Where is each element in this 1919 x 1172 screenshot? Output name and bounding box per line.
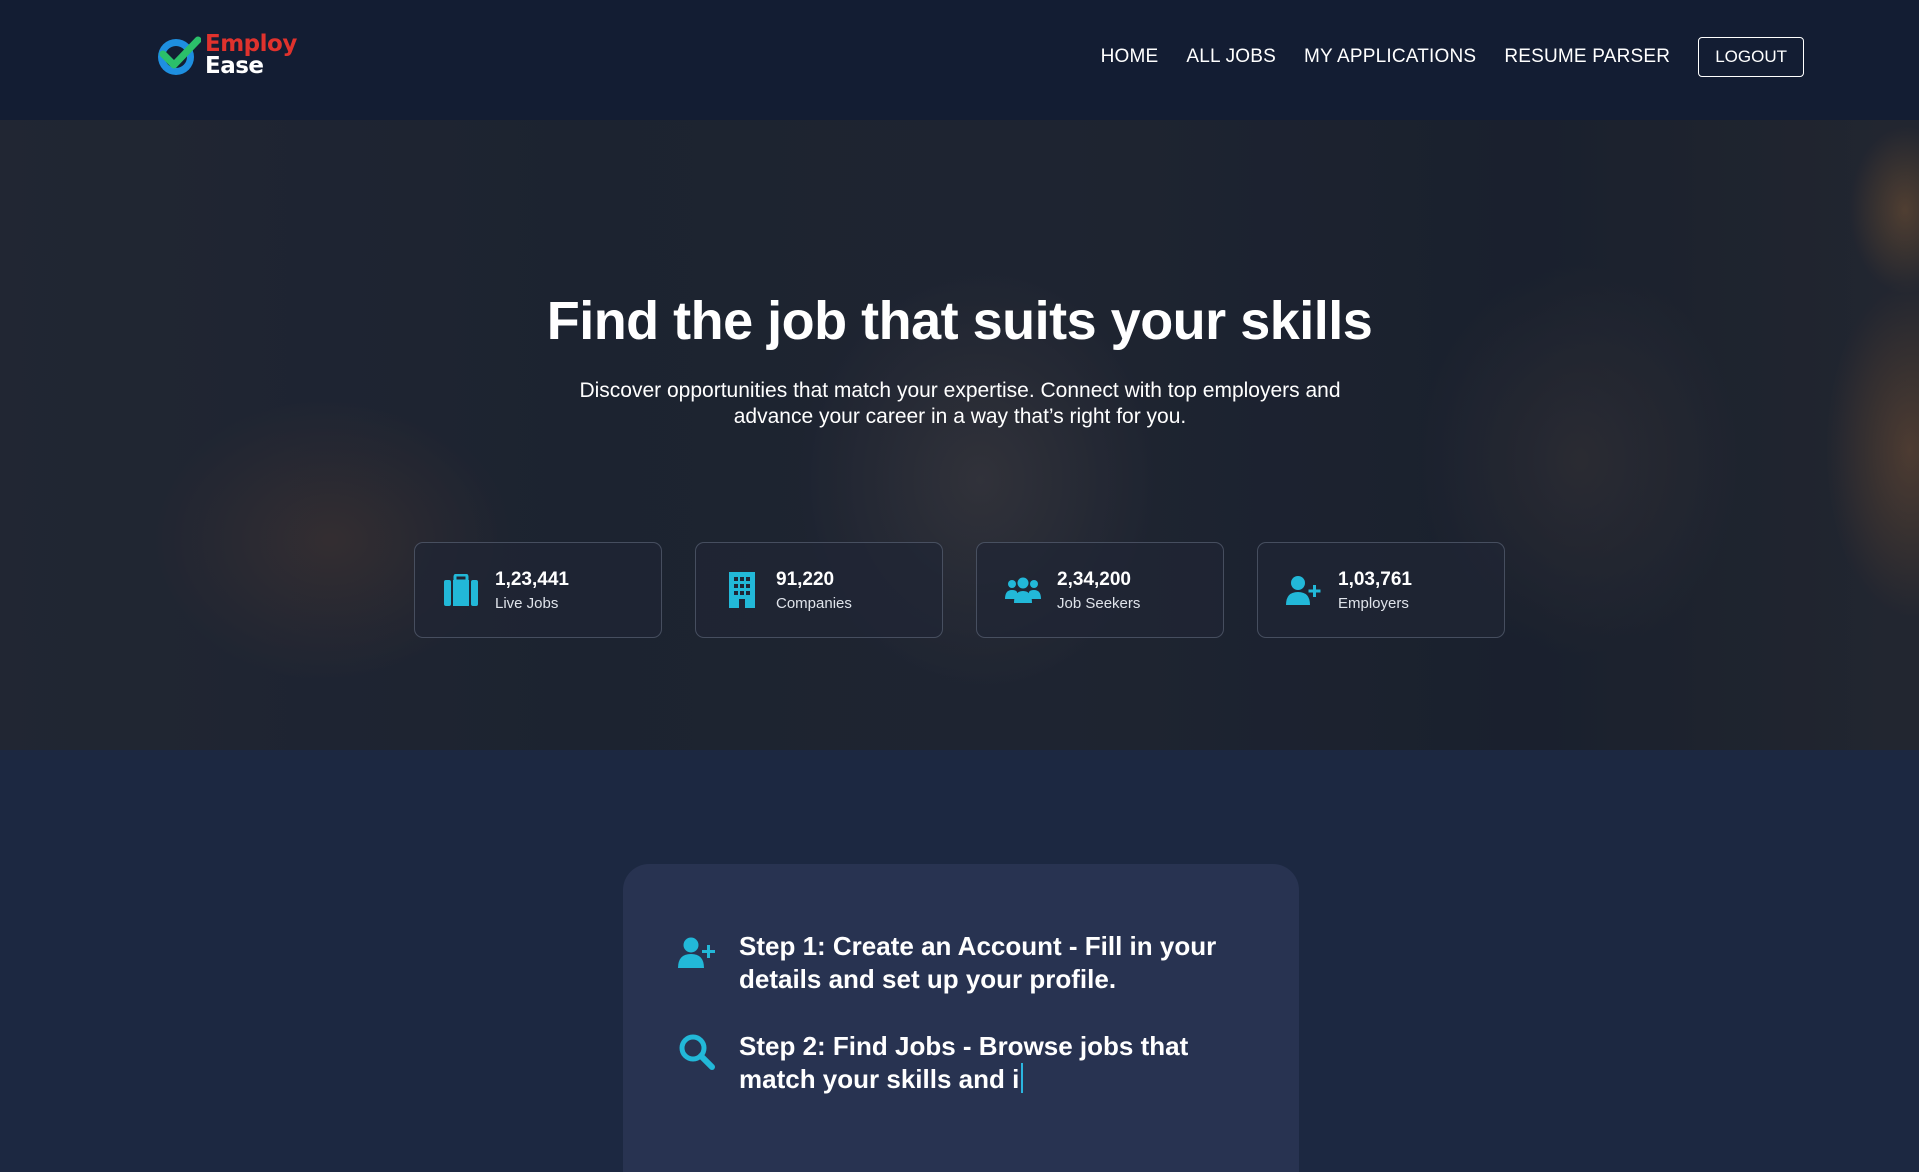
stat-value: 91,220 [776, 568, 835, 590]
hero-subtitle: Discover opportunities that match your e… [579, 379, 1341, 428]
step-2-typed-text: Step 2: Find Jobs - Browse jobs that mat… [739, 1031, 1189, 1094]
stat-card-employers: 1,03,761 Employers [1257, 542, 1505, 638]
navbar: Employ Ease HOME ALL JOBS MY APPLICATION… [0, 0, 1919, 120]
stats-row: 1,23,441 Live Jobs 91,220 Companies 2,34… [414, 542, 1505, 638]
stat-value: 1,03,761 [1338, 568, 1412, 590]
stat-text: 2,34,200 Job Seekers [1057, 569, 1140, 612]
user-plus-icon [675, 930, 719, 974]
brand-name: Employ Ease [205, 31, 297, 79]
nav-home-link[interactable]: HOME [1101, 46, 1159, 68]
stat-value: 2,34,200 [1057, 568, 1131, 590]
nav-all-jobs-link[interactable]: ALL JOBS [1186, 46, 1276, 68]
hero-title: Find the job that suits your skills [546, 291, 1373, 351]
search-icon [675, 1030, 719, 1074]
stat-text: 1,03,761 Employers [1338, 569, 1412, 612]
hero-overlay [0, 120, 1919, 750]
nav-resume-parser-link[interactable]: RESUME PARSER [1504, 46, 1670, 68]
hero-section: Find the job that suits your skills Disc… [0, 120, 1919, 750]
brand-name-line1: Employ [205, 31, 297, 57]
step-2: Step 2: Find Jobs - Browse jobs that mat… [675, 1030, 1239, 1096]
stat-label: Companies [776, 594, 852, 612]
briefcase-icon [443, 572, 479, 608]
stat-label: Employers [1338, 594, 1409, 612]
step-1-text: Step 1: Create an Account - Fill in your… [739, 931, 1217, 994]
building-icon [724, 572, 760, 608]
logout-button[interactable]: LOGOUT [1698, 37, 1804, 77]
main-nav: HOME ALL JOBS MY APPLICATIONS RESUME PAR… [1073, 37, 1804, 77]
checkmark-logo-icon [158, 36, 201, 75]
stat-card-live-jobs: 1,23,441 Live Jobs [414, 542, 662, 638]
how-it-works-card: Step 1: Create an Account - Fill in your… [623, 864, 1299, 1172]
step-1: Step 1: Create an Account - Fill in your… [675, 930, 1239, 996]
stat-label: Live Jobs [495, 594, 559, 612]
step-2-text: Step 2: Find Jobs - Browse jobs that mat… [739, 1030, 1239, 1096]
brand-logo[interactable]: Employ Ease [155, 32, 297, 78]
stat-text: 1,23,441 Live Jobs [495, 569, 569, 612]
stat-label: Job Seekers [1057, 594, 1141, 612]
stat-value: 1,23,441 [495, 568, 569, 590]
brand-name-line2: Ease [205, 53, 264, 79]
user-plus-icon [1286, 572, 1322, 608]
nav-my-applications-link[interactable]: MY APPLICATIONS [1304, 46, 1476, 68]
stat-card-companies: 91,220 Companies [695, 542, 943, 638]
typing-caret [1021, 1063, 1024, 1093]
users-icon [1005, 572, 1041, 608]
stat-card-job-seekers: 2,34,200 Job Seekers [976, 542, 1224, 638]
stat-text: 91,220 Companies [776, 569, 852, 612]
